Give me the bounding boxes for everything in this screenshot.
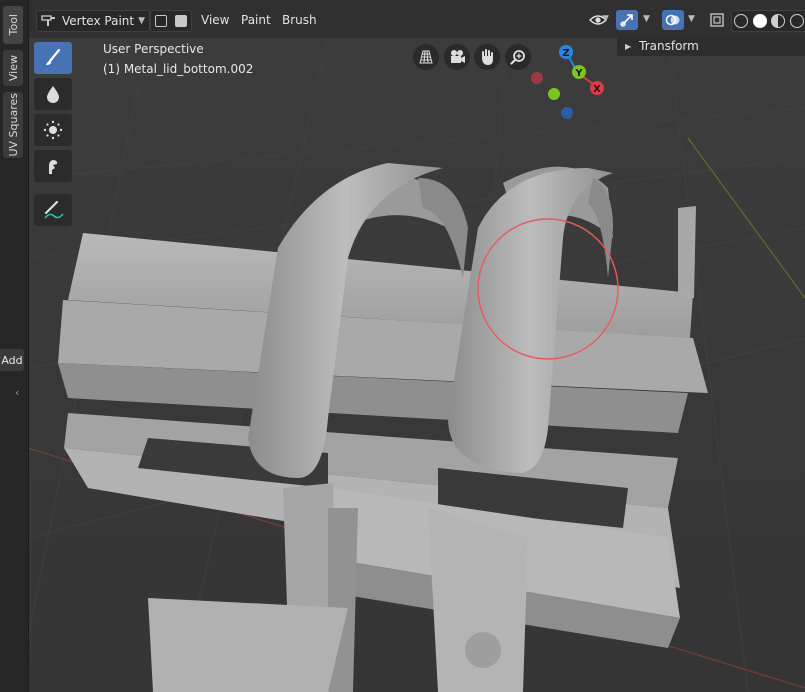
- camera-icon: [451, 50, 465, 63]
- tool-separator: [34, 186, 74, 194]
- face-mask-icon[interactable]: [155, 15, 167, 27]
- tool-annotate[interactable]: [34, 194, 72, 226]
- zoom-icon: [510, 50, 525, 65]
- overlay-icon: [665, 14, 680, 26]
- vertex-paint-mode-icon: [41, 15, 55, 26]
- active-object-label: (1) Metal_lid_bottom.002: [103, 62, 254, 76]
- chevron-down-icon: ▼: [138, 16, 145, 26]
- mask-toggles[interactable]: [150, 10, 192, 32]
- chevron-down-icon[interactable]: ▼: [643, 14, 650, 24]
- toggle-ortho-button[interactable]: [413, 44, 439, 70]
- tool-smear[interactable]: [34, 150, 72, 182]
- material-shading-icon[interactable]: [771, 14, 786, 28]
- rendered-shading-icon[interactable]: [789, 14, 804, 28]
- neg-z-axis-handle: [561, 107, 573, 119]
- n-panel-tab-strip: Tool View UV Squares: [0, 0, 29, 692]
- wireframe-shading-icon[interactable]: [734, 14, 749, 28]
- average-icon: [43, 120, 63, 140]
- tool-average[interactable]: [34, 114, 72, 146]
- gizmo-toggle-button[interactable]: [616, 10, 638, 30]
- draw-brush-icon: [46, 48, 61, 65]
- tab-uv-squares-label: UV Squares: [6, 93, 20, 157]
- tab-uv-squares[interactable]: UV Squares: [3, 92, 23, 158]
- y-axis-label: Y: [574, 68, 583, 79]
- mode-select[interactable]: Vertex Paint ▼: [36, 10, 150, 32]
- vertex-mask-icon[interactable]: [175, 15, 187, 27]
- x-axis-label: X: [593, 84, 601, 95]
- mode-select-label: Vertex Paint: [62, 14, 135, 28]
- chevron-down-icon[interactable]: ▼: [602, 14, 609, 24]
- tab-tool[interactable]: Tool: [3, 6, 23, 44]
- panel-collapse-icon: ▶: [625, 41, 632, 51]
- shading-mode-group[interactable]: [731, 10, 805, 32]
- scene-render: [28, 38, 805, 692]
- annotate-icon: [44, 200, 64, 219]
- tool-shelf: [34, 42, 74, 230]
- blur-drop-icon: [47, 86, 59, 103]
- navigation-gizmo[interactable]: Y Z X: [525, 40, 615, 122]
- gizmo-icon: [620, 14, 633, 27]
- transform-panel-header[interactable]: ▶ Transform: [617, 36, 805, 56]
- xray-toggle-button[interactable]: [706, 10, 728, 30]
- view-perspective-label: User Perspective: [103, 42, 204, 56]
- tool-blur[interactable]: [34, 78, 72, 110]
- solid-shading-icon[interactable]: [752, 14, 767, 28]
- tab-view-label: View: [6, 54, 20, 82]
- camera-view-button[interactable]: [444, 44, 470, 70]
- menu-brush[interactable]: Brush: [282, 10, 317, 30]
- neg-y-axis-handle: [548, 88, 560, 100]
- chevron-down-icon[interactable]: ▼: [688, 14, 695, 24]
- xray-icon: [710, 13, 724, 27]
- 3d-viewport[interactable]: [28, 38, 805, 692]
- overlay-toggle-button[interactable]: [662, 10, 684, 30]
- transform-panel-label: Transform: [639, 39, 699, 53]
- add-button[interactable]: Add: [0, 349, 24, 371]
- z-axis-label: Z: [562, 48, 569, 59]
- neg-x-axis-handle: [531, 72, 543, 84]
- grid-icon: [419, 50, 433, 64]
- pan-view-button[interactable]: [474, 44, 500, 70]
- tool-draw[interactable]: [34, 42, 72, 74]
- menu-view[interactable]: View: [201, 10, 229, 30]
- menu-paint[interactable]: Paint: [241, 10, 271, 30]
- chevron-left-icon[interactable]: ‹: [15, 386, 19, 399]
- smear-icon: [49, 160, 58, 174]
- tab-tool-label: Tool: [6, 14, 20, 36]
- hand-icon: [482, 49, 493, 65]
- tab-view[interactable]: View: [3, 50, 23, 86]
